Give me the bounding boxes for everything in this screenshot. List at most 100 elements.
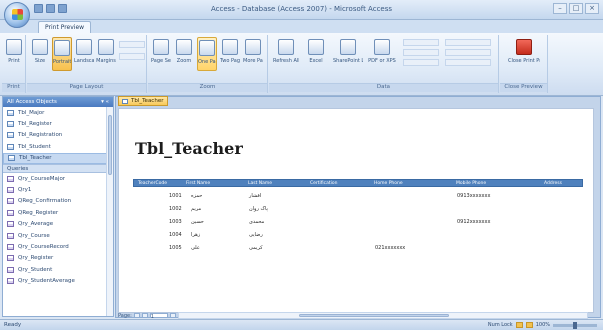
cell-first-name: حسین (191, 219, 204, 225)
nav-section-queries[interactable]: Queries˄ (3, 163, 113, 173)
group-label-zoom: Zoom (148, 83, 267, 92)
document-tab[interactable]: Tbl_Teacher (118, 96, 169, 106)
view-report-icon[interactable] (525, 322, 533, 328)
magnifier-icon (176, 39, 192, 55)
size-button[interactable]: Size (30, 37, 50, 71)
landscape-button[interactable]: Landscape (74, 37, 94, 71)
print-data-only-checkbox[interactable] (119, 41, 145, 48)
nav-item-label: Qry1 (18, 187, 32, 194)
status-bar: Ready Num Lock 100% (0, 319, 603, 330)
page-number-input[interactable]: 1 (149, 313, 168, 320)
margins-button[interactable]: Margins (96, 37, 116, 71)
document-tab-label: Tbl_Teacher (131, 98, 164, 104)
nav-item-table-selected[interactable]: Tbl_Teacher (3, 152, 113, 164)
portrait-button[interactable]: Portrait (52, 37, 72, 71)
zoom-slider[interactable] (553, 321, 597, 329)
nav-item-query[interactable]: QReg_Confirmation (3, 196, 113, 207)
nav-item-query[interactable]: Qry_Average (3, 219, 113, 230)
h-scroll-thumb[interactable] (299, 314, 449, 317)
cell-code: 1001 (169, 193, 182, 199)
office-button[interactable] (4, 2, 30, 28)
printer-icon (6, 39, 22, 55)
report-row: 1003 حسین محمدی 0912xxxxxxx (133, 217, 583, 228)
table-icon (122, 98, 128, 104)
first-page-button[interactable] (133, 313, 140, 318)
nav-item-label: Qry_Student (18, 266, 53, 273)
nav-item-label: Qry_CourseMajor (18, 175, 66, 182)
cell-last-name: رضایی (249, 232, 263, 238)
table-icon (7, 132, 14, 139)
export-pdf-button[interactable]: PDF or XPS (367, 37, 397, 71)
col-header: Certification (310, 181, 338, 186)
nav-pane-header[interactable]: All Access Objects ▾ « (3, 97, 113, 107)
prev-page-button[interactable] (141, 313, 148, 318)
window-controls: – □ × (553, 3, 599, 14)
nav-item-table[interactable]: Tbl_Registration (3, 130, 113, 141)
horizontal-scrollbar[interactable] (178, 312, 588, 319)
close-print-preview-button[interactable]: Close Print Preview (508, 37, 540, 71)
tab-print-preview[interactable]: Print Preview (38, 21, 92, 33)
cell-first-name: زهرا (191, 232, 201, 238)
maximize-button[interactable]: □ (569, 3, 583, 14)
more-pages-button[interactable]: More Pages (243, 37, 263, 71)
minimize-button[interactable]: – (553, 3, 567, 14)
group-data: Refresh All Excel SharePoint List PDF or… (269, 35, 499, 93)
nav-item-query[interactable]: Qry_Course (3, 230, 113, 241)
cell-mobile-phone: 0912xxxxxxx (457, 219, 491, 225)
view-print-preview-icon[interactable] (515, 322, 523, 328)
nav-scroll-thumb[interactable] (108, 115, 112, 175)
query-icon (7, 278, 14, 285)
nav-item-query[interactable]: Qry1 (3, 184, 113, 195)
nav-scrollbar[interactable] (106, 107, 113, 316)
col-header: Home Phone (374, 181, 403, 186)
nav-item-label: QReg_Confirmation (18, 198, 72, 205)
zoom-slider-handle[interactable] (573, 321, 577, 329)
export-more-button[interactable] (403, 59, 439, 66)
page-setup-icon (153, 39, 169, 55)
nav-item-table[interactable]: Tbl_Major (3, 107, 113, 118)
group-close-preview: Close Print Preview Close Preview (500, 35, 548, 93)
export-text-file-button[interactable] (403, 49, 439, 56)
cell-code: 1005 (169, 245, 182, 251)
nav-item-label: Tbl_Registration (18, 132, 63, 139)
chevron-down-icon[interactable]: ▾ « (101, 97, 109, 107)
margins-icon (98, 39, 114, 55)
export-sharepoint-button[interactable]: SharePoint List (333, 37, 363, 71)
col-header: Address (544, 181, 562, 186)
two-pages-button[interactable]: Two Pages (220, 37, 240, 71)
export-excel-button[interactable]: Excel (303, 37, 329, 71)
next-page-button[interactable] (169, 313, 176, 318)
nav-item-table[interactable]: Tbl_Student (3, 141, 113, 152)
refresh-all-button[interactable]: Refresh All (273, 37, 299, 71)
nav-item-query[interactable]: Qry_CourseMajor (3, 173, 113, 184)
nav-item-query[interactable]: Qry_Register (3, 253, 113, 264)
nav-item-query[interactable]: Qry_Student (3, 264, 113, 275)
nav-item-label: Tbl_Student (18, 143, 51, 150)
query-icon (7, 175, 14, 182)
nav-item-table[interactable]: Tbl_Register (3, 118, 113, 129)
zoom-button[interactable]: Zoom (174, 37, 194, 71)
print-button[interactable]: Print (4, 37, 24, 71)
columns-button[interactable] (119, 53, 145, 60)
nav-item-label: Qry_CourseRecord (18, 243, 69, 250)
cell-code: 1003 (169, 219, 182, 225)
one-page-icon (199, 40, 215, 56)
report-row: 1001 حمزه افشار 0913xxxxxxx (133, 191, 583, 202)
data-option-3[interactable] (445, 59, 491, 66)
query-icon (7, 232, 14, 239)
nav-item-label: QReg_Register (18, 209, 59, 216)
page-setup-button[interactable]: Page Setup (151, 37, 171, 71)
close-window-button[interactable]: × (585, 3, 599, 14)
group-label-print: Print (2, 83, 25, 92)
nav-item-query[interactable]: Qry_CourseRecord (3, 241, 113, 252)
nav-item-label: Qry_StudentAverage (18, 278, 75, 285)
cell-home-phone: 021xxxxxxx (375, 245, 406, 251)
nav-item-query[interactable]: QReg_Register (3, 207, 113, 218)
nav-item-label: Qry_Course (18, 232, 50, 239)
export-word-button[interactable] (403, 39, 439, 46)
data-option-2[interactable] (445, 49, 491, 56)
report-row: 1002 مریم پاک روان (133, 204, 583, 215)
one-page-button[interactable]: One Page (197, 37, 217, 71)
nav-item-query[interactable]: Qry_StudentAverage (3, 275, 113, 286)
data-option-1[interactable] (445, 39, 491, 46)
